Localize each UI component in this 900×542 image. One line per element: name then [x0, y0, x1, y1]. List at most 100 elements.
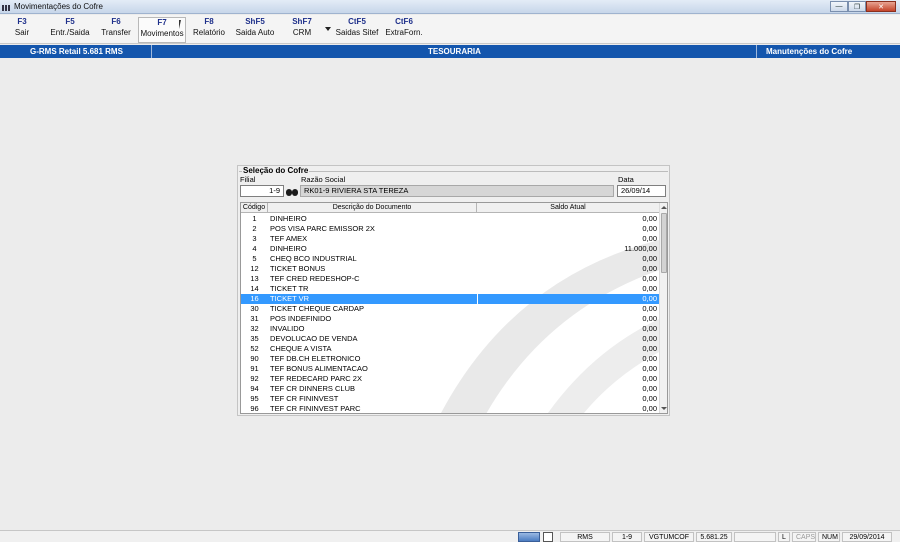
scroll-up-arrow-icon[interactable] — [661, 206, 667, 209]
table-row[interactable]: 1 DINHEIRO 0,00 — [241, 214, 660, 224]
cell-saldo: 0,00 — [642, 374, 657, 383]
scroll-down-arrow-icon[interactable] — [661, 407, 667, 410]
cell-codigo: 14 — [250, 284, 259, 293]
product-version-label: G-RMS Retail 5.681 RMS — [30, 47, 123, 56]
scroll-thumb[interactable] — [661, 213, 667, 273]
razao-social-field: RK01-9 RIVIERA STA TEREZA — [300, 185, 614, 197]
table-row[interactable]: 92 TEF REDECARD PARC 2X 0,00 — [241, 374, 660, 384]
toolbar-button-sair[interactable]: F3 Sair — [2, 17, 42, 38]
status-caps: CAPS — [792, 532, 816, 542]
cell-descricao: POS INDEFINIDO — [270, 314, 332, 323]
cell-codigo: 4 — [252, 244, 257, 253]
cell-saldo: 0,00 — [642, 284, 657, 293]
toolbar-button-entr-saida[interactable]: F5 Entr./Saida — [46, 17, 94, 38]
table-row[interactable]: 16 TICKET VR 0,00 — [241, 294, 660, 304]
table-row[interactable]: 2 POS VISA PARC EMISSOR 2X 0,00 — [241, 224, 660, 234]
button-label: Saida Auto — [235, 28, 275, 37]
shortcut-key: CtF5 — [348, 17, 366, 26]
table-row[interactable]: 32 INVALIDO 0,00 — [241, 324, 660, 334]
cell-codigo: 5 — [252, 254, 257, 263]
window-controls: — ❐ ✕ — [830, 1, 896, 13]
table-row[interactable]: 3 TEF AMEX 0,00 — [241, 234, 660, 244]
cell-codigo: 30 — [250, 304, 259, 313]
minimize-button[interactable]: — — [830, 1, 848, 12]
screen-title: Manutenções do Cofre — [766, 47, 853, 56]
cell-saldo: 0,00 — [642, 354, 657, 363]
table-row[interactable]: 5 CHEQ BCO INDUSTRIAL 0,00 — [241, 254, 660, 264]
cell-descricao: INVALIDO — [270, 324, 305, 333]
status-lock: L — [778, 532, 790, 542]
cell-saldo: 0,00 — [642, 384, 657, 393]
status-bar: RMS 1-9 VGTUMCOF 5.681.25 L CAPS NUM 29/… — [0, 530, 900, 542]
cell-codigo: 2 — [252, 224, 257, 233]
title-bar: Movimentações do Cofre — ❐ ✕ — [0, 0, 900, 14]
column-header-saldo[interactable]: Saldo Atual — [477, 203, 660, 213]
panel-title: Seleção do Cofre — [242, 166, 310, 175]
date-input[interactable]: 26/09/14 — [617, 185, 666, 197]
crm-dropdown-arrow-icon[interactable] — [325, 27, 331, 31]
cell-descricao: DINHEIRO — [270, 244, 307, 253]
button-label: CRM — [292, 28, 312, 37]
toolbar-button-transfer[interactable]: F6 Transfer — [98, 17, 134, 38]
app-menu-icon[interactable] — [2, 4, 12, 11]
cell-descricao: CHEQUE A VISTA — [270, 344, 332, 353]
column-header-codigo[interactable]: Código — [241, 203, 268, 213]
cell-descricao: TEF BONUS ALIMENTACAO — [270, 364, 368, 373]
table-row[interactable]: 52 CHEQUE A VISTA 0,00 — [241, 344, 660, 354]
button-label: Entr./Saida — [50, 28, 90, 37]
cell-codigo: 95 — [250, 394, 259, 403]
shortcut-key: F3 — [17, 17, 27, 26]
cell-saldo: 0,00 — [642, 274, 657, 283]
button-label: Movimentos — [140, 29, 184, 38]
cell-descricao: TICKET VR — [270, 294, 310, 303]
table-row[interactable]: 96 TEF CR FININVEST PARC 0,00 — [241, 404, 660, 413]
cell-codigo: 94 — [250, 384, 259, 393]
toolbar-button-crm[interactable]: ShF7 CRM — [284, 17, 320, 38]
table-row[interactable]: 12 TICKET BONUS 0,00 — [241, 264, 660, 274]
cell-codigo: 92 — [250, 374, 259, 383]
cell-descricao: DEVOLUCAO DE VENDA — [270, 334, 358, 343]
toolbar-button-saidas-sitef[interactable]: CtF5 Saidas Sitef — [334, 17, 380, 38]
button-label: Relatório — [192, 28, 225, 37]
table-row[interactable]: 30 TICKET CHEQUE CARDAP 0,00 — [241, 304, 660, 314]
table-row[interactable]: 91 TEF BONUS ALIMENTACAO 0,00 — [241, 364, 660, 374]
toolbar-button-saida-auto[interactable]: ShF5 Saida Auto — [234, 17, 276, 38]
grid-header: Código Descrição do Documento Saldo Atua… — [241, 203, 660, 213]
cell-saldo: 0,00 — [642, 334, 657, 343]
table-row[interactable]: 94 TEF CR DINNERS CLUB 0,00 — [241, 384, 660, 394]
shortcut-key: F5 — [65, 17, 75, 26]
table-row[interactable]: 13 TEF CRED REDESHOP-C 0,00 — [241, 274, 660, 284]
cell-descricao: TEF AMEX — [270, 234, 308, 243]
cell-codigo: 3 — [252, 234, 257, 243]
cell-codigo: 32 — [250, 324, 259, 333]
grid-vertical-scrollbar[interactable] — [659, 203, 667, 413]
table-row[interactable]: 35 DEVOLUCAO DE VENDA 0,00 — [241, 334, 660, 344]
toolbar: F3 Sair F5 Entr./Saida F6 Transfer F7 Mo… — [0, 15, 900, 44]
cell-descricao: CHEQ BCO INDUSTRIAL — [270, 254, 357, 263]
toolbar-button-extraforn[interactable]: CtF6 ExtraForn. — [384, 17, 424, 38]
button-label: Saidas Sitef — [335, 28, 379, 37]
status-empty — [734, 532, 776, 542]
toolbar-button-relatorio[interactable]: F8 Relatório — [190, 17, 228, 38]
binoculars-icon[interactable] — [285, 186, 299, 197]
table-row[interactable]: 31 POS INDEFINIDO 0,00 — [241, 314, 660, 324]
cell-codigo: 96 — [250, 404, 259, 413]
table-row[interactable]: 95 TEF CR FININVEST 0,00 — [241, 394, 660, 404]
filial-input[interactable]: 1-9 — [240, 185, 284, 197]
table-row[interactable]: 4 DINHEIRO 11.000,00 — [241, 244, 660, 254]
cell-saldo: 0,00 — [642, 254, 657, 263]
cell-saldo: 0,00 — [642, 394, 657, 403]
cell-descricao: TEF REDECARD PARC 2X — [270, 374, 362, 383]
table-row[interactable]: 90 TEF DB.CH ELETRONICO 0,00 — [241, 354, 660, 364]
table-row[interactable]: 14 TICKET TR 0,00 — [241, 284, 660, 294]
cell-saldo: 0,00 — [477, 294, 659, 304]
status-filial: 1-9 — [612, 532, 642, 542]
cell-codigo: 31 — [250, 314, 259, 323]
restore-button[interactable]: ❐ — [848, 1, 866, 12]
close-button[interactable]: ✕ — [866, 1, 896, 12]
cell-saldo: 0,00 — [642, 314, 657, 323]
column-header-descricao[interactable]: Descrição do Documento — [268, 203, 477, 213]
cell-codigo: 35 — [250, 334, 259, 343]
shortcut-key: CtF6 — [395, 17, 413, 26]
status-date: 29/09/2014 — [842, 532, 892, 542]
